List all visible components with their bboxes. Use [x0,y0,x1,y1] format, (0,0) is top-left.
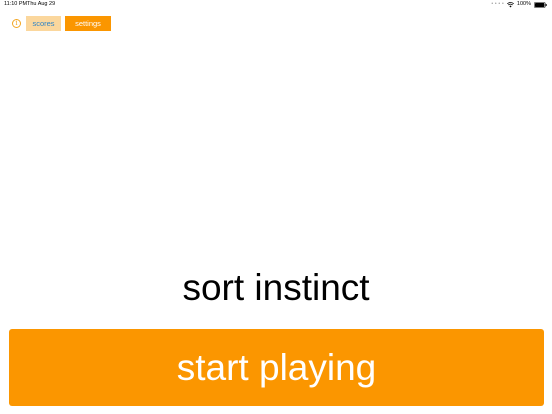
settings-button[interactable]: settings [65,16,111,31]
wifi-icon [506,1,514,7]
battery-icon [534,1,547,8]
start-playing-button[interactable]: start playing [9,329,544,406]
cellular-dots: • • • • [491,1,504,7]
app-title: sort instinct [182,267,370,308]
status-indicators: • • • • 100% [491,0,547,9]
status-date: Thu Aug 29 [27,1,56,7]
status-time: 11:10 PM [4,1,28,7]
top-toolbar: i scores settings [12,16,111,31]
status-bar: 11:10 PM Thu Aug 29 • • • • 100% [0,0,552,9]
scores-button[interactable]: scores [26,16,61,31]
info-icon[interactable]: i [12,19,21,28]
battery-percent: 100% [516,1,531,7]
